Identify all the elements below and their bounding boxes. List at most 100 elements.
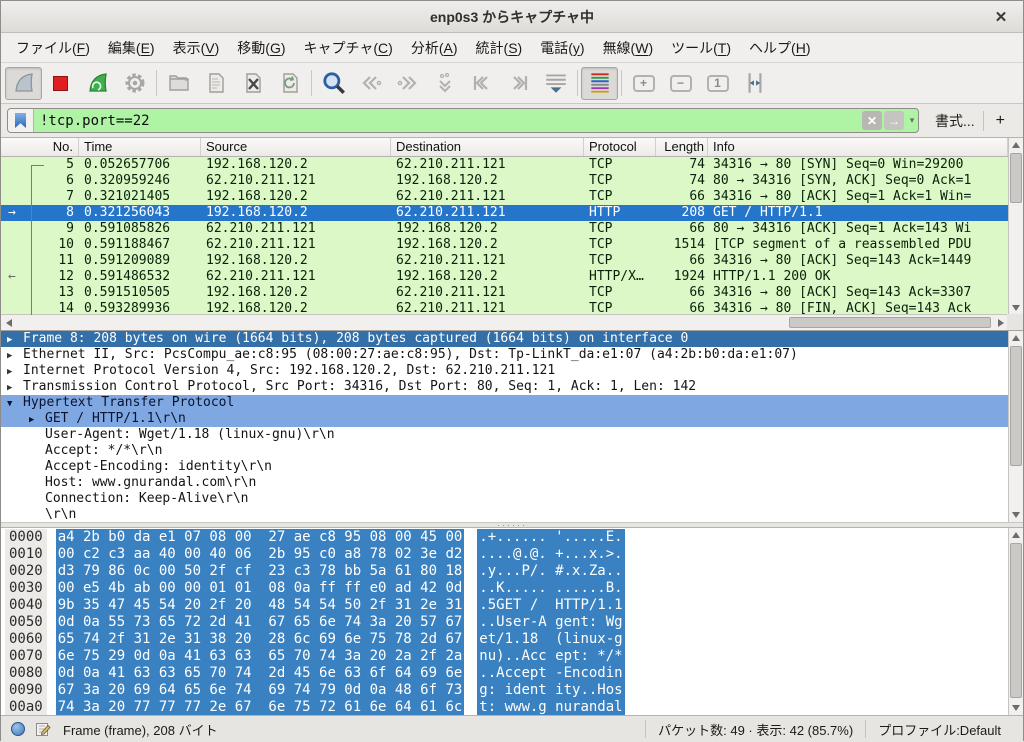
details-vertical-scrollbar[interactable] [1008, 331, 1023, 522]
scroll-right-icon[interactable] [994, 316, 1008, 330]
hex-bytes[interactable]: 00 e5 4b ab 00 00 01 01 08 0a ff ff e0 a… [56, 580, 465, 597]
scroll-up-icon[interactable] [1009, 331, 1023, 345]
hex-row-0080[interactable]: 00800d 0a 41 63 63 65 70 74 2d 45 6e 63 … [1, 665, 1023, 682]
column-header-no[interactable]: No. [1, 138, 79, 156]
packet-row-7[interactable]: 70.321021405192.168.120.262.210.211.121T… [1, 189, 1023, 205]
expert-info-icon[interactable] [11, 722, 25, 736]
go-last-icon[interactable] [500, 67, 537, 100]
collapsed-icon[interactable]: ▶ [29, 411, 45, 427]
scrollbar-thumb[interactable] [1010, 153, 1022, 203]
collapsed-icon[interactable]: ▶ [7, 331, 23, 347]
detail-line-7[interactable]: Accept: */*\r\n [1, 443, 1023, 459]
hex-row-0030[interactable]: 003000 e5 4b ab 00 00 01 01 08 0a ff ff … [1, 580, 1023, 597]
scroll-down-icon[interactable] [1009, 701, 1023, 715]
packet-row-10[interactable]: 100.59118846762.210.211.121192.168.120.2… [1, 237, 1023, 253]
scroll-down-icon[interactable] [1009, 508, 1023, 522]
hex-row-0050[interactable]: 00500d 0a 55 73 65 72 2d 41 67 65 6e 74 … [1, 614, 1023, 631]
add-filter-button[interactable]: + [984, 112, 1017, 130]
hex-row-00a0[interactable]: 00a074 3a 20 77 77 77 2e 67 6e 75 72 61 … [1, 699, 1023, 715]
filter-apply-icon[interactable]: → [884, 111, 904, 130]
hex-bytes[interactable]: 67 3a 20 69 64 65 6e 74 69 74 79 0d 0a 4… [56, 682, 465, 699]
auto-scroll-icon[interactable] [537, 67, 574, 100]
hex-bytes[interactable]: 74 3a 20 77 77 77 2e 67 6e 75 72 61 6e 6… [56, 699, 465, 715]
go-first-icon[interactable] [463, 67, 500, 100]
hex-bytes[interactable]: 6e 75 29 0d 0a 41 63 63 65 70 74 3a 20 2… [56, 648, 465, 665]
go-to-packet-icon[interactable] [426, 67, 463, 100]
capture-start-icon[interactable] [5, 67, 42, 100]
capture-options-icon[interactable] [116, 67, 153, 100]
detail-line-6[interactable]: User-Agent: Wget/1.18 (linux-gnu)\r\n [1, 427, 1023, 443]
file-close-icon[interactable] [234, 67, 271, 100]
filter-dropdown-icon[interactable]: ▾ [906, 115, 918, 126]
detail-line-0[interactable]: ▶Frame 8: 208 bytes on wire (1664 bits),… [1, 331, 1023, 347]
packet-row-5[interactable]: 50.052657706192.168.120.262.210.211.121T… [1, 157, 1023, 173]
file-open-icon[interactable] [160, 67, 197, 100]
hex-ascii[interactable]: ....@.@. +...x.>. [477, 546, 624, 563]
column-header-protocol[interactable]: Protocol [584, 138, 656, 156]
menu-item-9[interactable]: ツール(T) [662, 34, 740, 62]
detail-line-3[interactable]: ▶Transmission Control Protocol, Src Port… [1, 379, 1023, 395]
scrollbar-thumb[interactable] [1010, 346, 1022, 466]
menu-item-2[interactable]: 表示(V) [164, 34, 229, 62]
menu-item-6[interactable]: 統計(S) [467, 34, 532, 62]
packet-row-8[interactable]: 80.321256043192.168.120.262.210.211.121H… [1, 205, 1023, 221]
scroll-left-icon[interactable] [2, 316, 16, 330]
zoom-original-icon[interactable]: 1 [699, 67, 736, 100]
packet-row-6[interactable]: 60.32095924662.210.211.121192.168.120.2T… [1, 173, 1023, 189]
menu-item-10[interactable]: ヘルプ(H) [740, 34, 819, 62]
packet-row-11[interactable]: 110.591209089192.168.120.262.210.211.121… [1, 253, 1023, 269]
packet-list-horizontal-scrollbar[interactable] [1, 314, 1009, 330]
packet-row-12[interactable]: 120.59148653262.210.211.121192.168.120.2… [1, 269, 1023, 285]
zoom-in-icon[interactable]: + [625, 67, 662, 100]
packet-row-14[interactable]: 140.593289936192.168.120.262.210.211.121… [1, 301, 1023, 315]
packet-list-vertical-scrollbar[interactable] [1008, 138, 1023, 315]
menu-item-7[interactable]: 電話(y) [531, 34, 593, 62]
hex-ascii[interactable]: .y...P/. #.x.Za.. [477, 563, 624, 580]
detail-line-11[interactable]: \r\n [1, 507, 1023, 522]
column-header-source[interactable]: Source [201, 138, 391, 156]
column-header-info[interactable]: Info [708, 138, 1008, 156]
detail-line-8[interactable]: Accept-Encoding: identity\r\n [1, 459, 1023, 475]
menu-item-4[interactable]: キャプチャ(C) [295, 34, 402, 62]
capture-stop-icon[interactable] [42, 67, 79, 100]
collapsed-icon[interactable]: ▶ [7, 347, 23, 363]
display-filter-input[interactable]: !tcp.port==22 ✕ → ▾ [7, 108, 919, 133]
collapsed-icon[interactable]: ▶ [7, 363, 23, 379]
hex-bytes[interactable]: 00 c2 c3 aa 40 00 40 06 2b 95 c0 a8 78 0… [56, 546, 465, 563]
scrollbar-thumb[interactable] [1010, 543, 1022, 698]
hex-ascii[interactable]: .+...... '.....E. [477, 529, 624, 546]
file-save-icon[interactable] [197, 67, 234, 100]
colorize-packets-icon[interactable] [581, 67, 618, 100]
scroll-up-icon[interactable] [1009, 138, 1023, 152]
hex-row-0040[interactable]: 00409b 35 47 45 54 20 2f 20 48 54 54 50 … [1, 597, 1023, 614]
hex-bytes[interactable]: d3 79 86 0c 00 50 2f cf 23 c3 78 bb 5a 6… [56, 563, 465, 580]
hex-row-0070[interactable]: 00706e 75 29 0d 0a 41 63 63 65 70 74 3a … [1, 648, 1023, 665]
hex-ascii[interactable]: .5GET / HTTP/1.1 [477, 597, 624, 614]
hex-row-0010[interactable]: 001000 c2 c3 aa 40 00 40 06 2b 95 c0 a8 … [1, 546, 1023, 563]
hex-row-0020[interactable]: 0020d3 79 86 0c 00 50 2f cf 23 c3 78 bb … [1, 563, 1023, 580]
go-forward-icon[interactable] [389, 67, 426, 100]
hex-row-0000[interactable]: 0000a4 2b b0 da e1 07 08 00 27 ae c8 95 … [1, 529, 1023, 546]
hex-bytes[interactable]: 65 74 2f 31 2e 31 38 20 28 6c 69 6e 75 7… [56, 631, 465, 648]
packet-row-13[interactable]: 130.591510505192.168.120.262.210.211.121… [1, 285, 1023, 301]
zoom-out-icon[interactable]: − [662, 67, 699, 100]
detail-line-9[interactable]: Host: www.gnurandal.com\r\n [1, 475, 1023, 491]
expression-button[interactable]: 書式... [927, 111, 983, 131]
hex-row-0090[interactable]: 009067 3a 20 69 64 65 6e 74 69 74 79 0d … [1, 682, 1023, 699]
hex-bytes[interactable]: 0d 0a 55 73 65 72 2d 41 67 65 6e 74 3a 2… [56, 614, 465, 631]
hex-ascii[interactable]: g: ident ity..Hos [477, 682, 624, 699]
detail-line-5[interactable]: ▶GET / HTTP/1.1\r\n [1, 411, 1023, 427]
menu-item-0[interactable]: ファイル(F) [7, 34, 99, 62]
detail-line-10[interactable]: Connection: Keep-Alive\r\n [1, 491, 1023, 507]
column-header-length[interactable]: Length [656, 138, 708, 156]
hex-ascii[interactable]: nu)..Acc ept: */* [477, 648, 624, 665]
hex-bytes[interactable]: a4 2b b0 da e1 07 08 00 27 ae c8 95 08 0… [56, 529, 465, 546]
status-profile[interactable]: プロファイル:Default [865, 720, 1013, 738]
hex-row-0060[interactable]: 006065 74 2f 31 2e 31 38 20 28 6c 69 6e … [1, 631, 1023, 648]
scroll-down-icon[interactable] [1009, 301, 1023, 315]
menu-item-8[interactable]: 無線(W) [594, 34, 663, 62]
column-header-destination[interactable]: Destination [391, 138, 584, 156]
packet-row-9[interactable]: 90.59108582662.210.211.121192.168.120.2T… [1, 221, 1023, 237]
hex-bytes[interactable]: 0d 0a 41 63 63 65 70 74 2d 45 6e 63 6f 6… [56, 665, 465, 682]
collapsed-icon[interactable]: ▶ [7, 379, 23, 395]
